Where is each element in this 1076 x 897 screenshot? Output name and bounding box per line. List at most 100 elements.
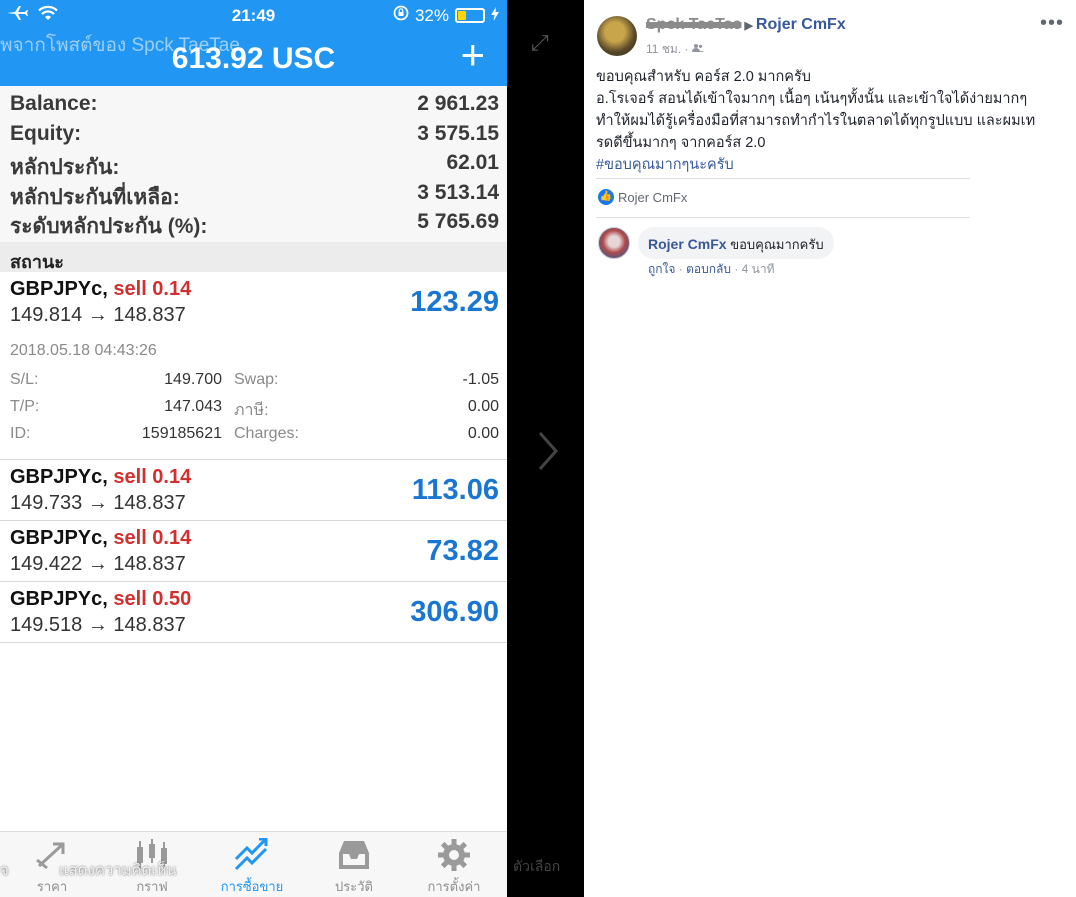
commenter-avatar[interactable] bbox=[598, 227, 630, 259]
comment-reply-link[interactable]: ตอบกลับ bbox=[686, 262, 731, 276]
friends-icon bbox=[691, 42, 704, 56]
position-prices: 149.518 → 148.837 bbox=[10, 614, 186, 636]
comment-overlay: จ แสดงความคิดเห็น bbox=[0, 858, 177, 882]
summary-label: ระดับหลักประกัน (%): bbox=[10, 215, 208, 238]
tab-history[interactable]: ประวัติ bbox=[304, 838, 404, 897]
battery-icon bbox=[455, 8, 485, 23]
post-time[interactable]: 11 ชม. · bbox=[646, 42, 689, 56]
tab-settings-label: การตั้งค่า bbox=[427, 879, 481, 894]
mt5-screenshot: 21:49 32% ิพจากโพสต์ของ Spck TaeTae 613.… bbox=[0, 0, 507, 897]
commenter-name[interactable]: Rojer CmFx bbox=[648, 236, 727, 252]
page-name[interactable]: Rojer CmFx bbox=[756, 16, 846, 33]
next-arrow-icon[interactable] bbox=[537, 430, 559, 477]
detail-value: 0.00 bbox=[467, 398, 499, 415]
expand-icon[interactable]: ⤢ bbox=[531, 30, 549, 56]
position-row[interactable]: GBPJPYc, sell 0.50 149.518 → 148.837 306.9… bbox=[0, 582, 507, 643]
post-line: อ.โรเจอร์ สอนได้เข้าใจมากๆ เนื้อๆ เน้นๆท… bbox=[596, 91, 1028, 107]
summary-label: Balance: bbox=[10, 92, 98, 115]
position-side: sell 0.50 bbox=[113, 588, 192, 610]
position-row[interactable]: GBPJPYc, sell 0.14 149.814 → 148.837 123.2… bbox=[0, 272, 507, 460]
position-symbol: GBPJPYc, sell 0.14 bbox=[10, 278, 191, 301]
position-prices: 149.814 → 148.837 bbox=[10, 304, 186, 326]
summary-value: 2 961.23 bbox=[417, 92, 499, 115]
detail-label: ภาษี: bbox=[234, 402, 269, 419]
detail-label: T/P: bbox=[10, 398, 40, 415]
tab-history-label: ประวัติ bbox=[335, 879, 373, 894]
position-symbol: GBPJPYc, sell 0.14 bbox=[10, 466, 191, 489]
author-name[interactable]: Spck TaeTae bbox=[646, 16, 741, 33]
comment-like-link[interactable]: ถูกใจ bbox=[648, 262, 675, 276]
triangle-right-icon: ▶ bbox=[744, 20, 753, 32]
post-line: ทำให้ผมได้รู้เครื่องมือที่สามารถทำกำไรใน… bbox=[596, 113, 1036, 129]
symbol-name: GBPJPYc, bbox=[10, 278, 108, 300]
summary-row: Equity: 3 575.15 bbox=[10, 122, 499, 152]
symbol-name: GBPJPYc, bbox=[10, 588, 108, 610]
tab-settings[interactable]: การตั้งค่า bbox=[404, 838, 504, 897]
detail-label: Charges: bbox=[234, 425, 299, 442]
position-side: sell 0.14 bbox=[113, 527, 192, 549]
comment-time[interactable]: 4 นาที bbox=[742, 262, 775, 276]
account-summary: Balance: 2 961.23 Equity: 3 575.15 หลักประกั… bbox=[0, 86, 507, 242]
tab-trade[interactable]: การซื้อขาย bbox=[202, 838, 302, 897]
overlay-comment-text: แสดงความคิดเห็น bbox=[58, 862, 177, 879]
comment-bubble: Rojer CmFx ขอบคุณมากครับ bbox=[638, 227, 834, 259]
summary-row: Balance: 2 961.23 bbox=[10, 92, 499, 122]
reactions-row[interactable]: 👍 Rojer CmFx bbox=[598, 189, 687, 205]
detail-value: -1.05 bbox=[462, 371, 499, 388]
detail-label: S/L: bbox=[10, 371, 39, 388]
position-side: sell 0.14 bbox=[113, 278, 192, 300]
status-bar: 21:49 32% bbox=[0, 0, 507, 30]
position-row[interactable]: GBPJPYc, sell 0.14 149.733 → 148.837 113.0… bbox=[0, 460, 507, 521]
history-icon bbox=[339, 841, 369, 869]
reaction-name: Rojer CmFx bbox=[618, 189, 688, 205]
hashtag-link[interactable]: #ขอบคุณมากๆนะครับ bbox=[596, 154, 1066, 176]
charging-icon bbox=[491, 6, 499, 26]
tab-bar: ราคา กราฟ การซื้อขาย ประวัติ การตั้งค่า … bbox=[0, 831, 507, 897]
post-line: รดดีขึ้นมากๆ จากคอร์ส 2.0 bbox=[596, 135, 766, 151]
symbol-name: GBPJPYc, bbox=[10, 527, 108, 549]
position-open-time: 2018.05.18 04:43:26 bbox=[10, 342, 157, 359]
overlay-left-text: จ bbox=[0, 862, 9, 879]
more-options-icon[interactable]: ••• bbox=[1040, 12, 1064, 35]
settings-icon bbox=[438, 839, 470, 871]
position-row[interactable]: GBPJPYc, sell 0.14 149.422 → 148.837 73.82 bbox=[0, 521, 507, 582]
facebook-post-panel: Spck TaeTae ▶ Rojer CmFx 11 ชม. · ••• ขอบค… bbox=[584, 0, 1076, 897]
divider bbox=[596, 178, 970, 179]
detail-value: 147.043 bbox=[164, 398, 222, 415]
detail-label: ID: bbox=[10, 425, 31, 442]
trade-icon bbox=[234, 838, 268, 871]
position-prices: 149.422 → 148.837 bbox=[10, 553, 186, 575]
comment-actions: ถูกใจ · ตอบกลับ · 4 นาที bbox=[648, 262, 775, 276]
summary-row: ระดับหลักประกัน (%): 5 765.69 bbox=[10, 210, 499, 240]
tab-trade-label: การซื้อขาย bbox=[220, 879, 284, 894]
symbol-name: GBPJPYc, bbox=[10, 466, 108, 488]
floating-profit-title: 613.92 USC bbox=[171, 42, 336, 75]
options-link[interactable]: ตัวเลือก bbox=[513, 856, 560, 878]
position-profit: 73.82 bbox=[426, 535, 499, 567]
like-icon: 👍 bbox=[598, 189, 614, 205]
plus-icon[interactable]: + bbox=[460, 34, 485, 76]
position-profit: 306.90 bbox=[410, 596, 499, 628]
author-avatar[interactable] bbox=[597, 16, 637, 56]
summary-label: หลักประกันที่เหลือ: bbox=[10, 185, 180, 209]
summary-value: 3 513.14 bbox=[417, 180, 499, 204]
detail-value: 0.00 bbox=[467, 425, 499, 442]
position-prices: 149.733 → 148.837 bbox=[10, 492, 186, 514]
summary-label: หลักประกัน: bbox=[10, 156, 120, 179]
detail-label: Swap: bbox=[234, 371, 279, 388]
battery-level bbox=[458, 11, 466, 20]
summary-row: หลักประกันที่เหลือ: 3 513.14 bbox=[10, 181, 499, 211]
battery-percent: 32% bbox=[414, 5, 449, 25]
trade-header: ิพจากโพสต์ของ Spck TaeTae 613.92 USC + bbox=[0, 30, 507, 86]
position-symbol: GBPJPYc, sell 0.14 bbox=[10, 527, 191, 550]
position-side: sell 0.14 bbox=[113, 466, 192, 488]
post-line: ขอบคุณสำหรับ คอร์ส 2.0 มากครับ bbox=[596, 69, 811, 85]
position-symbol: GBPJPYc, sell 0.50 bbox=[10, 588, 191, 611]
rotation-lock-icon bbox=[393, 5, 409, 26]
position-profit: 123.29 bbox=[410, 286, 499, 318]
position-profit: 113.06 bbox=[411, 474, 499, 506]
post-author-line: Spck TaeTae ▶ Rojer CmFx bbox=[646, 16, 846, 34]
comment-text: ขอบคุณมากครับ bbox=[730, 237, 824, 252]
detail-value: 159185621 bbox=[141, 425, 222, 442]
positions-section-title: สถานะ bbox=[0, 242, 507, 272]
